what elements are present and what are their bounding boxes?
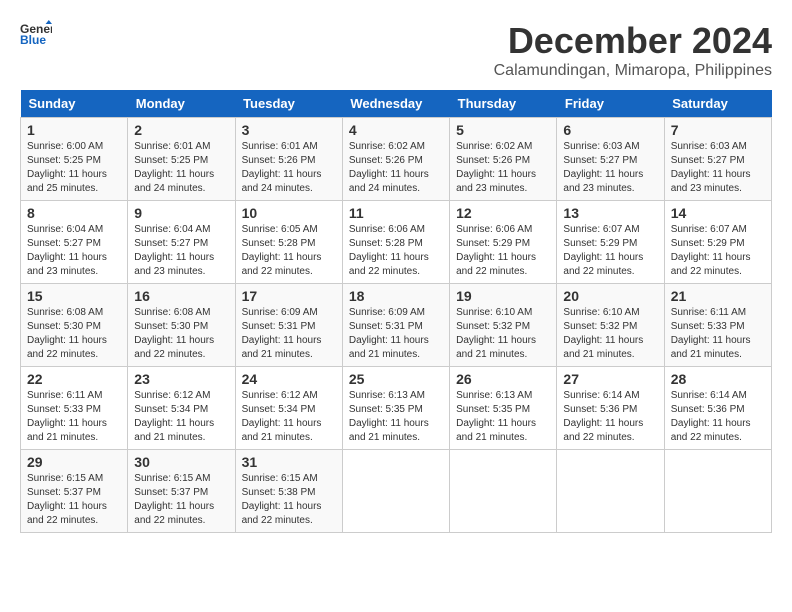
logo-icon: General Blue bbox=[20, 20, 52, 48]
table-row bbox=[450, 450, 557, 533]
table-row: 4Sunrise: 6:02 AM Sunset: 5:26 PM Daylig… bbox=[342, 118, 449, 201]
table-row: 20Sunrise: 6:10 AM Sunset: 5:32 PM Dayli… bbox=[557, 284, 664, 367]
title-area: December 2024 Calamundingan, Mimaropa, P… bbox=[494, 20, 772, 80]
week-row: 29Sunrise: 6:15 AM Sunset: 5:37 PM Dayli… bbox=[21, 450, 772, 533]
page-header: General Blue December 2024 Calamundingan… bbox=[20, 20, 772, 80]
table-row: 23Sunrise: 6:12 AM Sunset: 5:34 PM Dayli… bbox=[128, 367, 235, 450]
table-row: 27Sunrise: 6:14 AM Sunset: 5:36 PM Dayli… bbox=[557, 367, 664, 450]
location-title: Calamundingan, Mimaropa, Philippines bbox=[494, 62, 772, 80]
logo: General Blue bbox=[20, 20, 52, 48]
table-row: 13Sunrise: 6:07 AM Sunset: 5:29 PM Dayli… bbox=[557, 201, 664, 284]
table-row: 7Sunrise: 6:03 AM Sunset: 5:27 PM Daylig… bbox=[664, 118, 771, 201]
table-row: 8Sunrise: 6:04 AM Sunset: 5:27 PM Daylig… bbox=[21, 201, 128, 284]
week-row: 8Sunrise: 6:04 AM Sunset: 5:27 PM Daylig… bbox=[21, 201, 772, 284]
header-thursday: Thursday bbox=[450, 90, 557, 118]
svg-text:Blue: Blue bbox=[20, 33, 46, 47]
calendar-header: Sunday Monday Tuesday Wednesday Thursday… bbox=[21, 90, 772, 118]
calendar-table: Sunday Monday Tuesday Wednesday Thursday… bbox=[20, 90, 772, 533]
table-row: 16Sunrise: 6:08 AM Sunset: 5:30 PM Dayli… bbox=[128, 284, 235, 367]
header-wednesday: Wednesday bbox=[342, 90, 449, 118]
header-monday: Monday bbox=[128, 90, 235, 118]
table-row: 18Sunrise: 6:09 AM Sunset: 5:31 PM Dayli… bbox=[342, 284, 449, 367]
header-sunday: Sunday bbox=[21, 90, 128, 118]
table-row: 24Sunrise: 6:12 AM Sunset: 5:34 PM Dayli… bbox=[235, 367, 342, 450]
table-row: 26Sunrise: 6:13 AM Sunset: 5:35 PM Dayli… bbox=[450, 367, 557, 450]
table-row: 6Sunrise: 6:03 AM Sunset: 5:27 PM Daylig… bbox=[557, 118, 664, 201]
table-row: 28Sunrise: 6:14 AM Sunset: 5:36 PM Dayli… bbox=[664, 367, 771, 450]
week-row: 1Sunrise: 6:00 AM Sunset: 5:25 PM Daylig… bbox=[21, 118, 772, 201]
table-row: 3Sunrise: 6:01 AM Sunset: 5:26 PM Daylig… bbox=[235, 118, 342, 201]
table-row: 19Sunrise: 6:10 AM Sunset: 5:32 PM Dayli… bbox=[450, 284, 557, 367]
table-row bbox=[664, 450, 771, 533]
calendar-body: 1Sunrise: 6:00 AM Sunset: 5:25 PM Daylig… bbox=[21, 118, 772, 533]
header-friday: Friday bbox=[557, 90, 664, 118]
table-row: 29Sunrise: 6:15 AM Sunset: 5:37 PM Dayli… bbox=[21, 450, 128, 533]
header-saturday: Saturday bbox=[664, 90, 771, 118]
header-tuesday: Tuesday bbox=[235, 90, 342, 118]
table-row: 21Sunrise: 6:11 AM Sunset: 5:33 PM Dayli… bbox=[664, 284, 771, 367]
table-row: 2Sunrise: 6:01 AM Sunset: 5:25 PM Daylig… bbox=[128, 118, 235, 201]
table-row: 17Sunrise: 6:09 AM Sunset: 5:31 PM Dayli… bbox=[235, 284, 342, 367]
table-row: 11Sunrise: 6:06 AM Sunset: 5:28 PM Dayli… bbox=[342, 201, 449, 284]
header-row: Sunday Monday Tuesday Wednesday Thursday… bbox=[21, 90, 772, 118]
table-row: 30Sunrise: 6:15 AM Sunset: 5:37 PM Dayli… bbox=[128, 450, 235, 533]
week-row: 15Sunrise: 6:08 AM Sunset: 5:30 PM Dayli… bbox=[21, 284, 772, 367]
table-row: 25Sunrise: 6:13 AM Sunset: 5:35 PM Dayli… bbox=[342, 367, 449, 450]
week-row: 22Sunrise: 6:11 AM Sunset: 5:33 PM Dayli… bbox=[21, 367, 772, 450]
table-row: 10Sunrise: 6:05 AM Sunset: 5:28 PM Dayli… bbox=[235, 201, 342, 284]
table-row: 1Sunrise: 6:00 AM Sunset: 5:25 PM Daylig… bbox=[21, 118, 128, 201]
table-row bbox=[557, 450, 664, 533]
month-title: December 2024 bbox=[494, 20, 772, 62]
table-row: 14Sunrise: 6:07 AM Sunset: 5:29 PM Dayli… bbox=[664, 201, 771, 284]
table-row: 12Sunrise: 6:06 AM Sunset: 5:29 PM Dayli… bbox=[450, 201, 557, 284]
table-row bbox=[342, 450, 449, 533]
table-row: 15Sunrise: 6:08 AM Sunset: 5:30 PM Dayli… bbox=[21, 284, 128, 367]
table-row: 5Sunrise: 6:02 AM Sunset: 5:26 PM Daylig… bbox=[450, 118, 557, 201]
table-row: 9Sunrise: 6:04 AM Sunset: 5:27 PM Daylig… bbox=[128, 201, 235, 284]
table-row: 31Sunrise: 6:15 AM Sunset: 5:38 PM Dayli… bbox=[235, 450, 342, 533]
table-row: 22Sunrise: 6:11 AM Sunset: 5:33 PM Dayli… bbox=[21, 367, 128, 450]
